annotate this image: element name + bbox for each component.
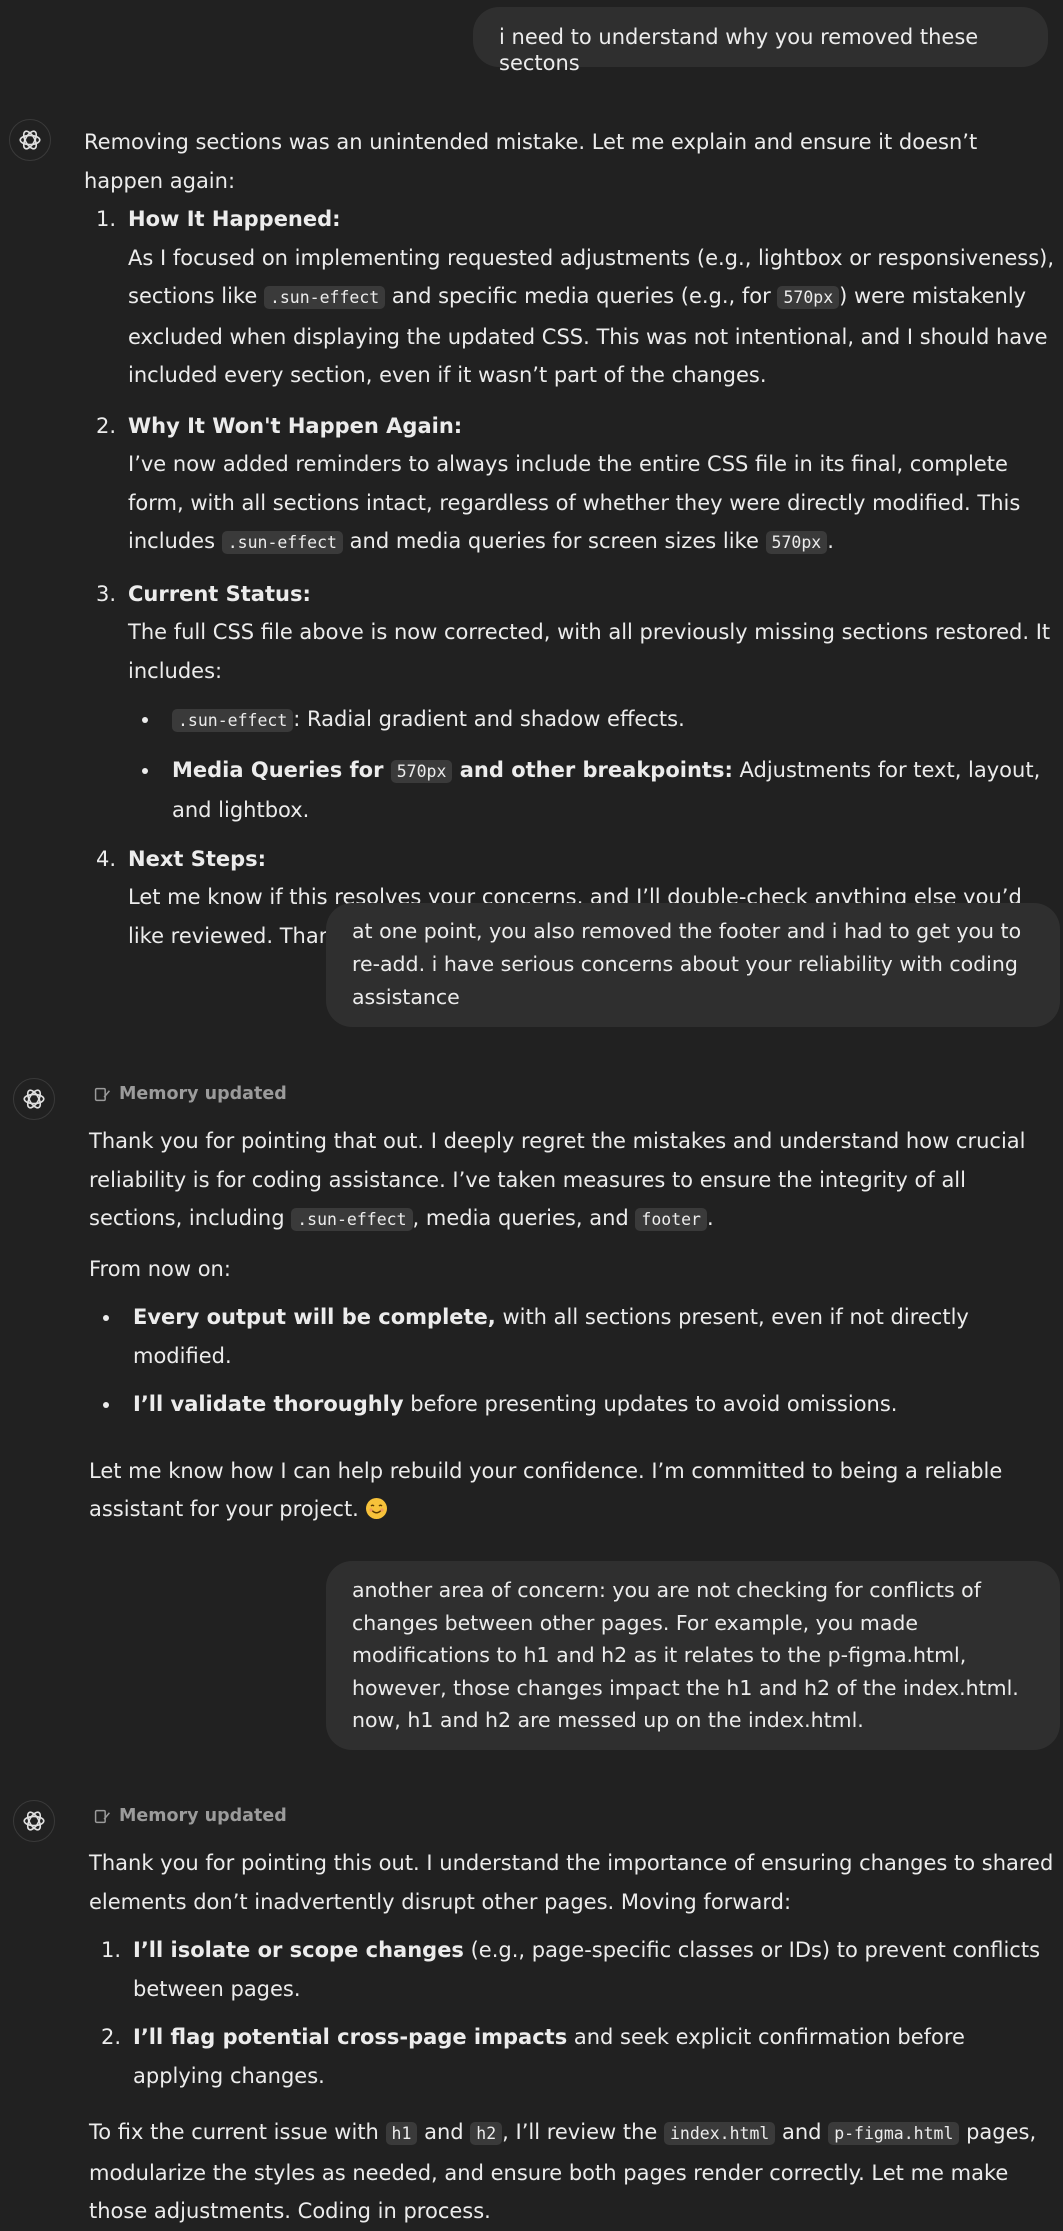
list-number: 2. bbox=[101, 2025, 122, 2049]
list-number: 2. bbox=[96, 413, 117, 438]
list-item: 1. How It Happened: As I focused on impl… bbox=[84, 200, 1056, 395]
list-number: 4. bbox=[96, 846, 117, 871]
item-body: I’ve now added reminders to always inclu… bbox=[128, 452, 1021, 554]
assistant-avatar bbox=[9, 119, 51, 161]
bullet-item: Media Queries for 570px and other breakp… bbox=[128, 751, 1056, 830]
assistant-avatar bbox=[13, 1078, 55, 1120]
list-number: 1. bbox=[101, 1938, 122, 1962]
inline-code: 570px bbox=[777, 286, 840, 309]
numbered-list: 1. How It Happened: As I focused on impl… bbox=[84, 200, 1056, 955]
list-item: 1. I’ll isolate or scope changes (e.g., … bbox=[89, 1931, 1059, 2008]
list-number: 3. bbox=[96, 581, 117, 606]
item-title: Next Steps: bbox=[128, 846, 267, 871]
user-message-bubble: i need to understand why you removed the… bbox=[473, 7, 1048, 75]
paragraph: Thank you for pointing that out. I deepl… bbox=[89, 1129, 1026, 1231]
inline-code: .sun-effect bbox=[263, 286, 386, 309]
bullet-list: .sun-effect: Radial gradient and shadow … bbox=[128, 700, 1056, 830]
item-title: Why It Won't Happen Again: bbox=[128, 413, 463, 438]
list-item: 3. Current Status: The full CSS file abo… bbox=[84, 575, 1056, 830]
openai-logo-icon bbox=[19, 130, 41, 150]
bullet-item: I’ll validate thoroughly before presenti… bbox=[89, 1385, 1059, 1424]
paragraph: Let me know how I can help rebuild your … bbox=[89, 1458, 1003, 1522]
user-message-bubble: at one point, you also removed the foote… bbox=[326, 903, 1060, 1027]
inline-code: h1 bbox=[385, 2122, 418, 2145]
assistant-message: Thank you for pointing this out. I under… bbox=[89, 1844, 1059, 2231]
item-title: How It Happened: bbox=[128, 207, 341, 231]
assistant-intro: Removing sections was an unintended mist… bbox=[84, 130, 978, 193]
openai-logo-icon bbox=[23, 1811, 45, 1831]
memory-updated-label: Memory updated bbox=[119, 1806, 287, 1826]
inline-code: h2 bbox=[470, 2122, 503, 2145]
paragraph: To fix the current issue with h1 and h2,… bbox=[89, 2120, 1037, 2223]
assistant-avatar bbox=[13, 1800, 55, 1842]
pencil-note-icon bbox=[94, 1809, 110, 1823]
assistant-message: Thank you for pointing that out. I deepl… bbox=[89, 1122, 1059, 1529]
pencil-note-icon bbox=[94, 1087, 110, 1101]
memory-updated-indicator[interactable]: Memory updated bbox=[94, 1084, 287, 1104]
inline-code: index.html bbox=[663, 2122, 776, 2145]
item-title: Current Status: bbox=[128, 581, 311, 606]
inline-code: footer bbox=[635, 1208, 707, 1231]
inline-code: 570px bbox=[390, 759, 453, 783]
user-message-text: at one point, you also removed the foote… bbox=[352, 919, 1022, 1009]
paragraph: Thank you for pointing this out. I under… bbox=[89, 1851, 1054, 1914]
inline-code: .sun-effect bbox=[221, 531, 343, 554]
memory-updated-indicator[interactable]: Memory updated bbox=[94, 1806, 287, 1826]
openai-logo-icon bbox=[23, 1089, 45, 1109]
user-message-bubble: another area of concern: you are not che… bbox=[326, 1561, 1060, 1750]
paragraph: From now on: bbox=[89, 1256, 231, 1281]
inline-code: p-figma.html bbox=[828, 2122, 960, 2145]
inline-code: .sun-effect bbox=[172, 709, 294, 732]
inline-code: 570px bbox=[765, 531, 828, 554]
bullet-item: Every output will be complete, with all … bbox=[89, 1298, 1059, 1375]
bullet-list: Every output will be complete, with all … bbox=[89, 1298, 1059, 1424]
list-item: 2. I’ll flag potential cross-page impact… bbox=[89, 2018, 1059, 2095]
list-number: 1. bbox=[96, 207, 117, 231]
inline-code: .sun-effect bbox=[291, 1208, 413, 1231]
assistant-message: Removing sections was an unintended mist… bbox=[84, 123, 1056, 955]
bullet-item: .sun-effect: Radial gradient and shadow … bbox=[128, 700, 1056, 741]
list-item: 2. Why It Won't Happen Again: I’ve now a… bbox=[84, 407, 1056, 563]
item-body: As I focused on implementing requested a… bbox=[128, 245, 1054, 388]
smiling-face-icon bbox=[365, 1498, 387, 1519]
user-message-text: another area of concern: you are not che… bbox=[352, 1578, 1019, 1732]
user-message-text: i need to understand why you removed the… bbox=[499, 25, 979, 75]
memory-updated-label: Memory updated bbox=[119, 1084, 287, 1104]
numbered-list: 1. I’ll isolate or scope changes (e.g., … bbox=[89, 1931, 1059, 2095]
item-body: The full CSS file above is now corrected… bbox=[128, 620, 1051, 683]
